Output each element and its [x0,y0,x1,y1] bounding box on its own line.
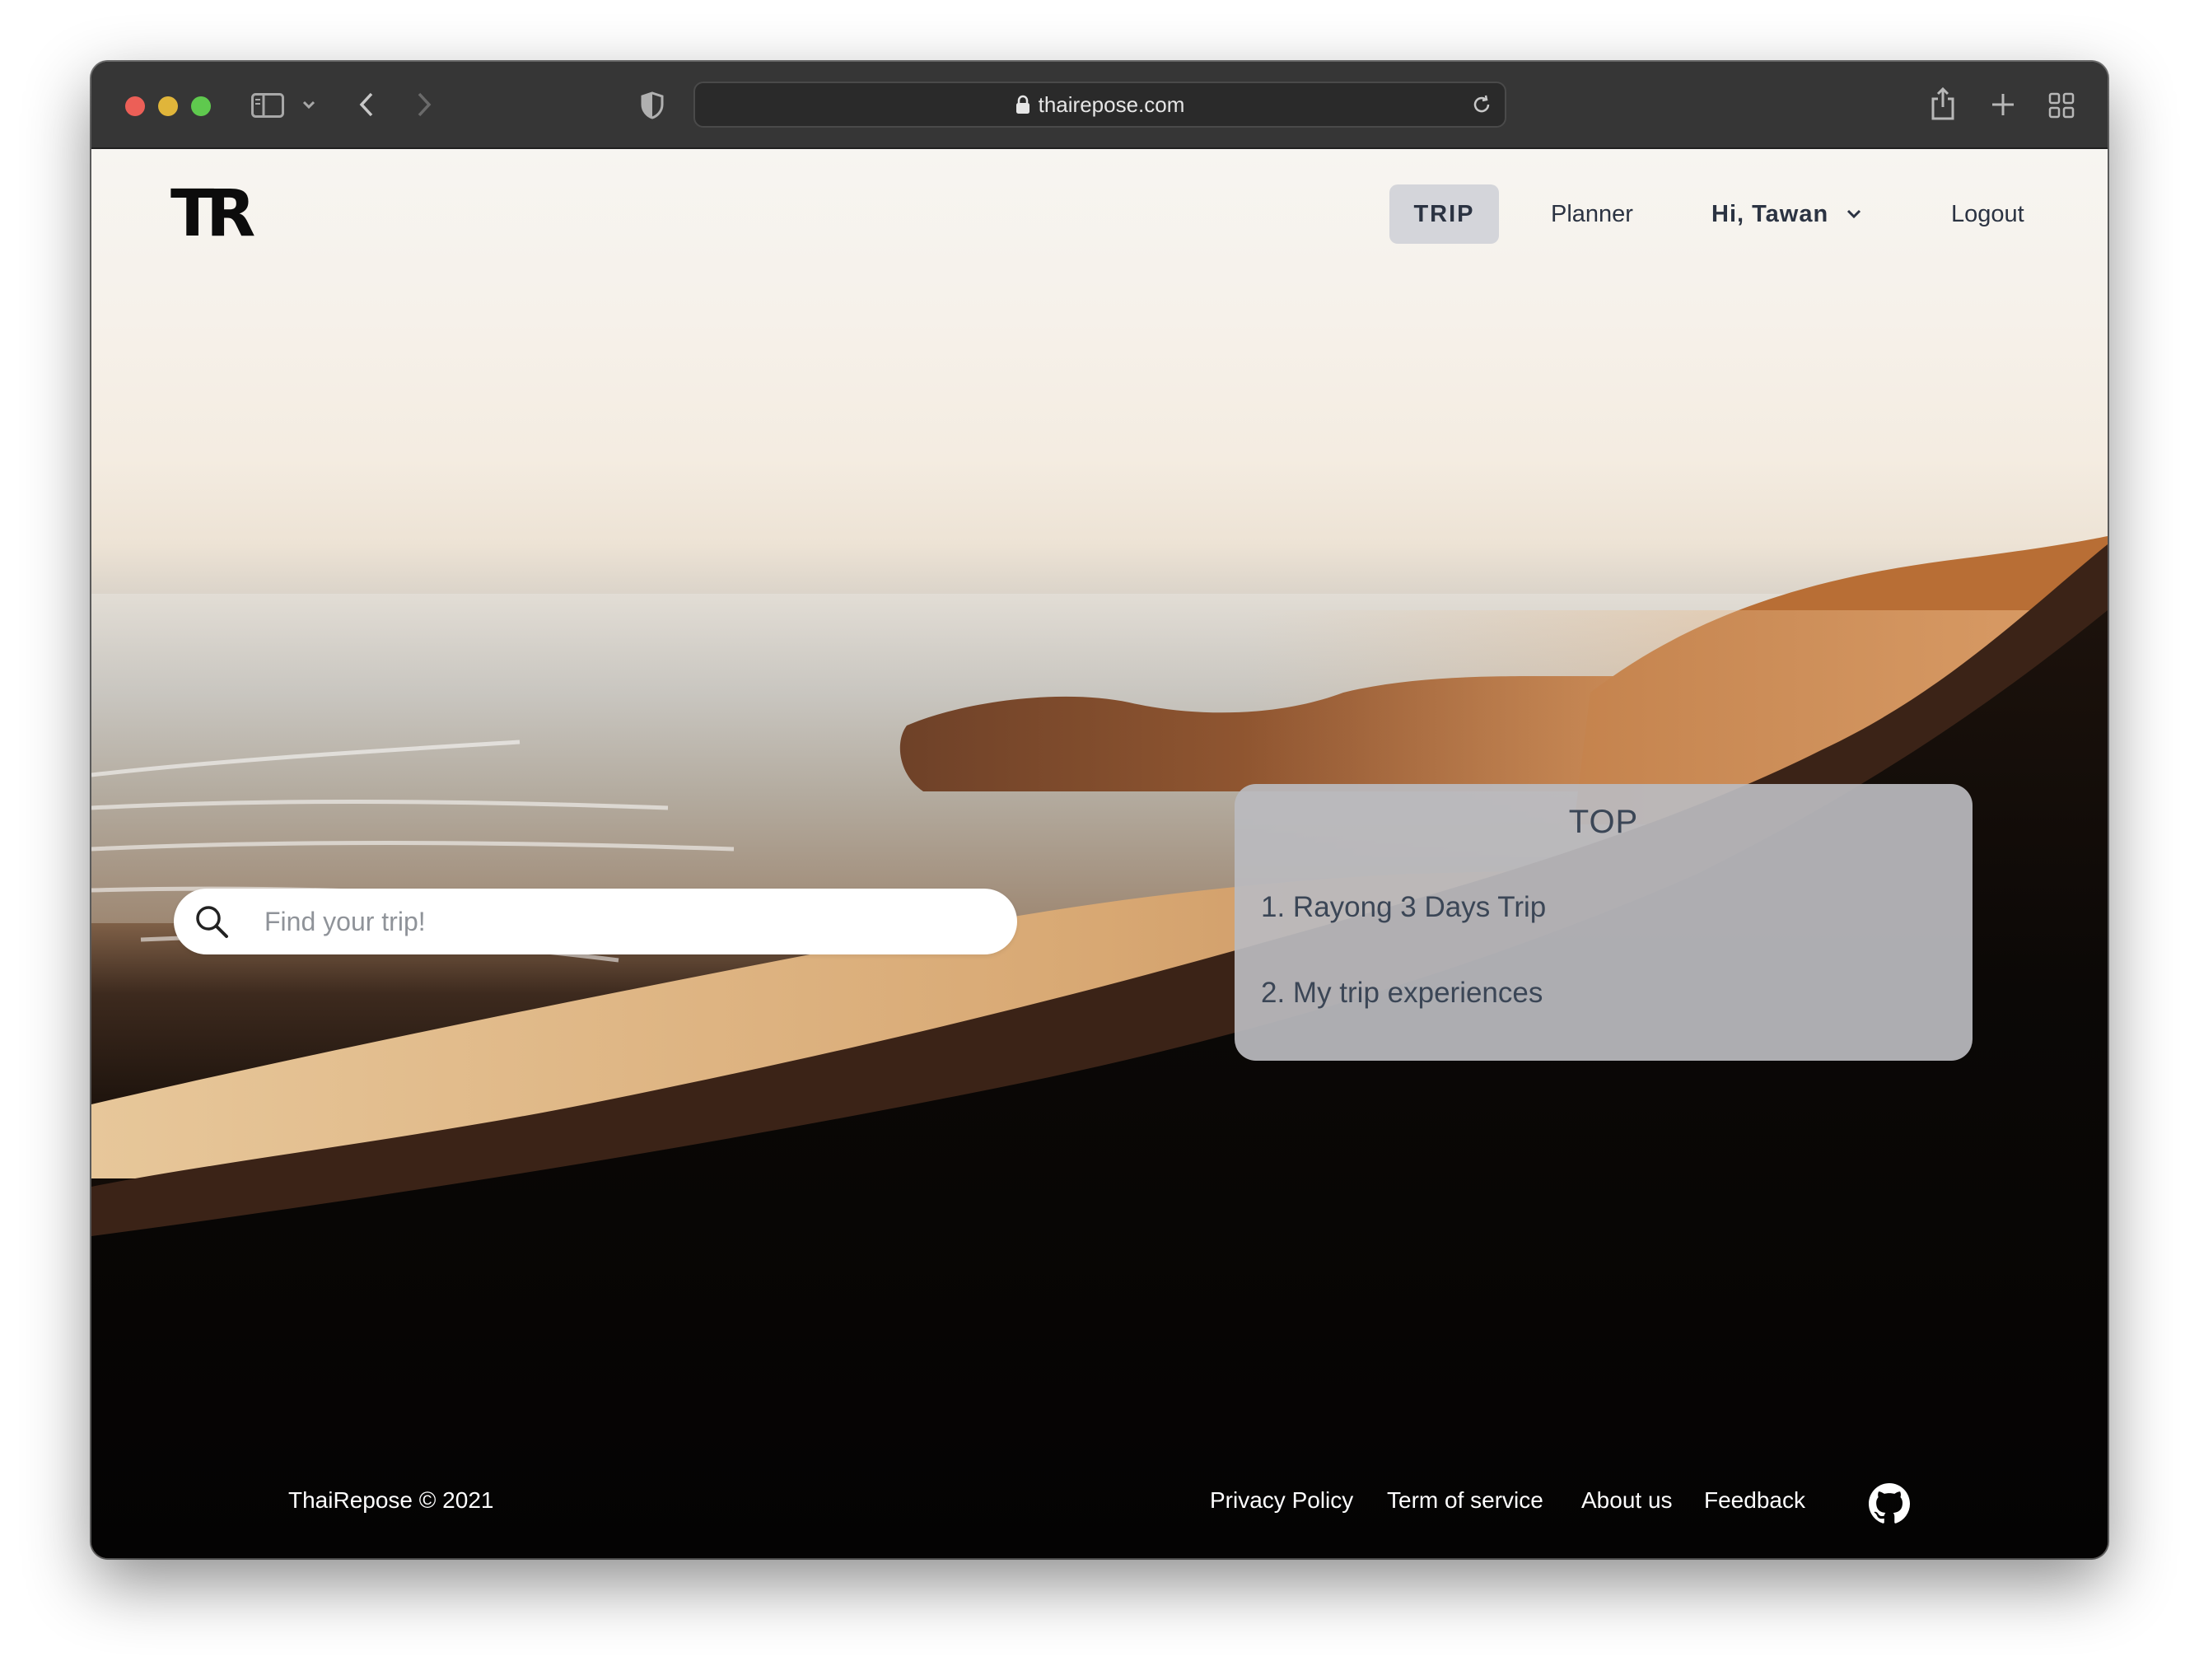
reload-icon[interactable] [1470,93,1493,116]
site-logo[interactable]: TR [170,182,255,246]
forward-icon[interactable] [416,91,432,118]
search-icon [194,903,230,944]
search-bar[interactable] [174,889,1017,954]
github-icon[interactable] [1869,1483,1910,1528]
back-icon[interactable] [358,91,375,118]
nav-logout-link[interactable]: Logout [1951,184,2024,244]
address-bar[interactable]: thairepose.com [693,82,1506,128]
close-window-button[interactable] [125,96,145,116]
nav-planner-link[interactable]: Planner [1551,184,1633,244]
chevron-down-icon[interactable] [302,100,315,110]
footer-link-feedback[interactable]: Feedback [1704,1487,1805,1514]
footer-link-about[interactable]: About us [1581,1487,1673,1514]
footer-link-terms[interactable]: Term of service [1387,1487,1543,1514]
browser-toolbar: thairepose.com [91,62,2108,149]
browser-window: thairepose.com TR TRIP Planner Hi, Tawan… [91,62,2108,1558]
tab-overview-icon[interactable] [2048,92,2075,119]
chevron-down-icon [1847,209,1861,219]
top-trips-title: TOP [1568,804,1639,840]
nav-trip-button[interactable]: TRIP [1389,184,1499,244]
url-text: thairepose.com [1038,91,1185,117]
shield-icon[interactable] [640,91,665,119]
sidebar-toggle-icon[interactable] [251,93,284,118]
share-icon[interactable] [1930,86,1956,121]
lock-icon [1015,95,1030,114]
search-input[interactable] [264,889,989,954]
footer-copyright: ThaiRepose © 2021 [288,1487,494,1513]
top-trips-card: TOP 1. Rayong 3 Days Trip 2. My trip exp… [1235,784,1973,1061]
user-menu[interactable]: Hi, Tawan [1711,184,1861,244]
top-trip-item[interactable]: 1. Rayong 3 Days Trip [1261,891,1546,924]
maximize-window-button[interactable] [191,96,211,116]
user-greeting: Hi, Tawan [1711,200,1829,227]
new-tab-icon[interactable] [1991,92,2015,117]
footer-link-privacy[interactable]: Privacy Policy [1210,1487,1353,1514]
page-viewport: TR TRIP Planner Hi, Tawan Logout TOP 1. … [91,149,2108,1558]
minimize-window-button[interactable] [158,96,178,116]
top-trip-item[interactable]: 2. My trip experiences [1261,977,1543,1010]
